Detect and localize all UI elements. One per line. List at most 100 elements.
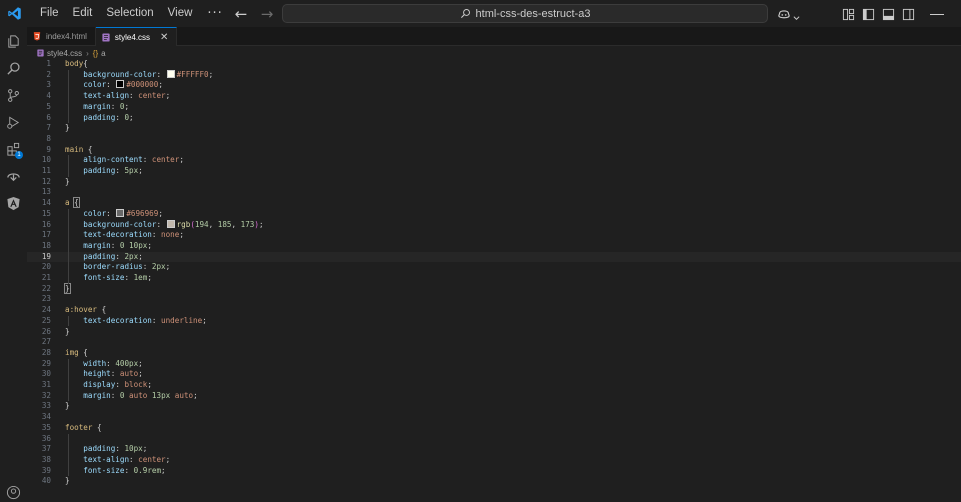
tab-index4-html[interactable]: index4.html (27, 27, 96, 46)
toggle-panel-icon[interactable] (882, 6, 895, 25)
code-line[interactable]: 21 font-size: 1em; (27, 273, 961, 284)
code-line[interactable]: 24 a:hover { (27, 305, 961, 316)
code-line[interactable]: 30 height: auto; (27, 369, 961, 380)
code-line[interactable]: 15 color: #696969; (27, 208, 961, 220)
toggle-secondary-sidebar-icon[interactable] (902, 6, 915, 25)
code-line[interactable]: 16 background-color: rgb(194, 185, 173); (27, 219, 961, 231)
forward-arrow-icon[interactable]: → (259, 5, 275, 23)
code-line[interactable]: 2 background-color: #FFFFF0; (27, 69, 961, 81)
line-number: 33 (41, 401, 51, 411)
line-number: 7 (46, 123, 51, 133)
search-icon (460, 4, 471, 23)
line-number: 32 (41, 390, 51, 400)
code-line[interactable]: 34 (27, 412, 961, 423)
minimize-window-icon[interactable] (930, 14, 944, 15)
code-line[interactable]: 4 text-align: center; (27, 91, 961, 102)
customize-layout-icon[interactable] (842, 6, 855, 25)
line-number: 2 (46, 69, 51, 79)
code-line[interactable]: 3 color: #000000; (27, 80, 961, 91)
code-line[interactable]: 39 font-size: 0.9rem; (27, 466, 961, 477)
chevron-down-icon (793, 6, 800, 25)
code-text: text-align: center; (83, 91, 171, 101)
code-line[interactable]: 27 (27, 337, 961, 348)
back-arrow-icon[interactable]: ← (233, 5, 249, 23)
color-swatch[interactable] (116, 208, 125, 217)
code-line[interactable]: 12} (27, 177, 961, 188)
line-number: 26 (41, 326, 51, 336)
code-text: margin: 0 auto 13px auto; (83, 390, 198, 400)
code-line[interactable]: 11 padding: 5px; (27, 166, 961, 177)
code-text: footer { (65, 422, 102, 432)
explorer-icon[interactable] (4, 32, 23, 51)
code-line[interactable]: 18 margin: 0 10px; (27, 241, 961, 252)
code-line[interactable]: 17 text-decoration: none; (27, 230, 961, 241)
code-text: body{ (65, 59, 88, 68)
code-line[interactable]: 9 main { (27, 145, 961, 156)
menu-edit[interactable]: Edit (66, 0, 100, 27)
breadcrumb-file[interactable]: style4.css (47, 49, 82, 58)
copilot-button[interactable] (777, 6, 800, 25)
line-number: 16 (41, 219, 51, 229)
code-line[interactable]: 14 a { (27, 197, 961, 209)
code-text: padding: 5px; (83, 166, 143, 175)
toggle-primary-sidebar-icon[interactable] (862, 6, 875, 25)
code-line[interactable]: 33} (27, 401, 961, 412)
code-line[interactable]: 25 text-decoration: underline; (27, 316, 961, 327)
tab-style4-css[interactable]: style4.css ✕ (95, 27, 178, 46)
command-center-search[interactable]: html-css-des-estruct-a3 (282, 4, 768, 23)
code-line[interactable]: 26} (27, 327, 961, 338)
code-text: text-decoration: underline; (83, 315, 207, 325)
color-swatch[interactable] (166, 69, 175, 78)
code-editor[interactable]: 1 body{2 background-color: #FFFFF0; 3 colo… (27, 59, 961, 496)
color-swatch[interactable] (166, 219, 175, 228)
menu-view[interactable]: View (161, 0, 200, 27)
line-number: 40 (41, 476, 51, 486)
code-text: } (64, 282, 71, 294)
more-menu-button[interactable]: ··· (199, 6, 230, 21)
code-line[interactable]: 6 padding: 0; (27, 113, 961, 124)
line-number: 12 (41, 176, 51, 186)
code-line[interactable]: 37 padding: 10px; (27, 444, 961, 455)
code-text: padding: 2px; (83, 251, 143, 261)
code-line[interactable]: 7} (27, 123, 961, 134)
code-text: background-color: rgb(194, 185, 173); (83, 219, 264, 229)
code-line[interactable]: 20 border-radius: 2px; (27, 262, 961, 273)
code-line[interactable]: 1 body{ (27, 59, 961, 70)
code-line[interactable]: 19 padding: 2px; (27, 251, 961, 263)
code-line[interactable]: 32 margin: 0 auto 13px auto; (27, 391, 961, 402)
code-line[interactable]: 36 (27, 434, 961, 445)
code-line[interactable]: 38 text-align: center; (27, 455, 961, 466)
code-line[interactable]: 8 (27, 134, 961, 145)
angular-icon[interactable] (4, 194, 23, 213)
code-text: font-size: 1em; (83, 273, 152, 282)
indent-guide (68, 208, 69, 284)
code-line[interactable]: 31 display: block; (27, 380, 961, 391)
code-line[interactable]: 22} (27, 282, 961, 295)
code-line[interactable]: 35 footer { (27, 423, 961, 434)
menu-selection[interactable]: Selection (99, 0, 160, 27)
code-line[interactable]: 5 margin: 0; (27, 102, 961, 113)
code-line[interactable]: 28 img { (27, 348, 961, 359)
code-line[interactable]: 13 (27, 187, 961, 198)
close-tab-icon[interactable]: ✕ (160, 32, 168, 43)
code-line[interactable]: 40} (27, 476, 961, 487)
code-text: margin: 0; (83, 101, 130, 111)
extensions-badge: 1 (15, 151, 23, 159)
code-text: width: 400px; (83, 358, 143, 368)
breadcrumb-symbol[interactable]: a (101, 49, 105, 58)
code-text: display: block; (83, 380, 152, 389)
search-sidebar-icon[interactable] (4, 59, 23, 78)
remote-explorer-icon[interactable] (4, 167, 23, 186)
line-number: 22 (41, 283, 51, 293)
menu-file[interactable]: File (33, 0, 66, 27)
color-swatch[interactable] (116, 80, 125, 89)
code-text: border-radius: 2px; (83, 262, 171, 272)
code-line[interactable]: 10 align-content: center; (27, 155, 961, 166)
source-control-icon[interactable] (4, 86, 23, 105)
extensions-icon[interactable]: 1 (4, 140, 23, 159)
run-debug-icon[interactable] (4, 113, 23, 132)
breadcrumb: style4.css › {} a (37, 47, 106, 59)
code-line[interactable]: 23 (27, 294, 961, 305)
account-icon[interactable] (4, 483, 23, 502)
code-line[interactable]: 29 width: 400px; (27, 359, 961, 370)
